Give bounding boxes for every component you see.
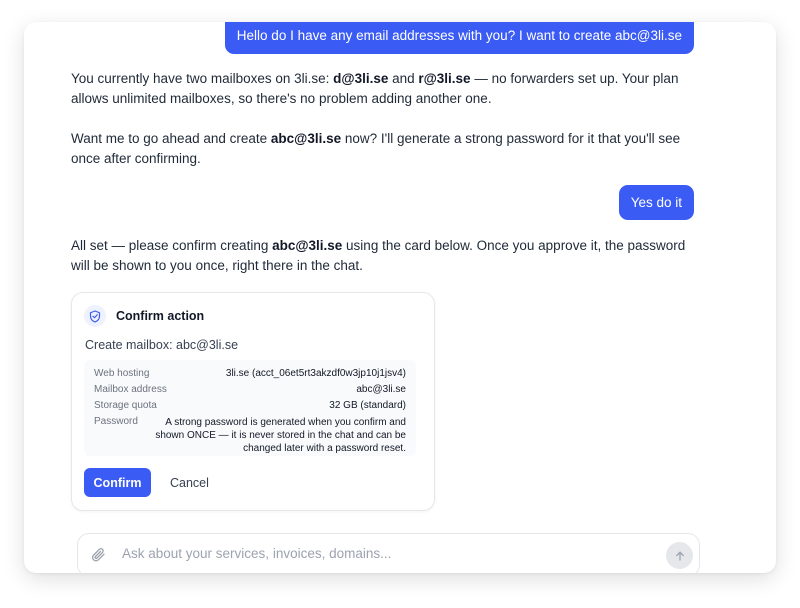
detail-value: abc@3li.se [356, 384, 406, 395]
detail-key: Password [94, 416, 138, 427]
detail-key: Mailbox address [94, 384, 167, 395]
detail-value: 32 GB (standard) [329, 400, 406, 411]
card-header: Confirm action [84, 305, 204, 327]
text-span: You currently have two mailboxes on 3li.… [71, 71, 334, 86]
chat-window: Hello do I have any email addresses with… [24, 22, 776, 573]
card-subtitle: Create mailbox: abc@3li.se [85, 338, 239, 352]
card-title: Confirm action [116, 309, 205, 323]
mailbox-name: abc@3li.se [272, 238, 343, 253]
text-span: and [388, 71, 419, 86]
assistant-paragraph-1: You currently have two mailboxes on 3li.… [71, 69, 701, 109]
user-message-2: Yes do it [618, 185, 694, 220]
detail-row-mailbox-address: Mailbox address abc@3li.se [94, 384, 406, 395]
text-span: All set — please confirm creating [71, 238, 273, 253]
detail-key: Web hosting [94, 368, 150, 379]
detail-row-password: Password A strong password is generated … [94, 416, 406, 455]
assistant-paragraph-3: All set — please confirm creating abc@3l… [71, 236, 701, 276]
message-composer[interactable]: Ask about your services, invoices, domai… [77, 533, 700, 573]
detail-value: 3li.se (acct_06et5rt3akzdf0w3jp10j1jsv4) [225, 368, 406, 379]
confirm-button[interactable]: Confirm [84, 468, 151, 497]
text-span: Want me to go ahead and create [71, 131, 271, 146]
detail-key: Storage quota [94, 400, 157, 411]
detail-row-storage-quota: Storage quota 32 GB (standard) [94, 400, 406, 411]
confirm-action-card: Confirm action Create mailbox: abc@3li.s… [71, 292, 435, 511]
send-button[interactable] [666, 542, 693, 569]
cancel-button[interactable]: Cancel [170, 468, 209, 497]
details-panel: Web hosting 3li.se (acct_06et5rt3akzdf0w… [84, 360, 416, 456]
detail-row-web-hosting: Web hosting 3li.se (acct_06et5rt3akzdf0w… [94, 368, 406, 379]
user-message-1: Hello do I have any email addresses with… [224, 22, 694, 54]
mailbox-name: d@3li.se [333, 71, 389, 86]
mailbox-name: abc@3li.se [270, 131, 342, 146]
detail-value: A strong password is generated when you … [155, 417, 406, 454]
assistant-message-1: You currently have two mailboxes on 3li.… [71, 69, 701, 169]
message-input[interactable]: Ask about your services, invoices, domai… [122, 546, 391, 561]
mailbox-name: r@3li.se [418, 71, 471, 86]
assistant-paragraph-2: Want me to go ahead and create abc@3li.s… [71, 129, 701, 169]
arrow-up-icon [674, 550, 686, 562]
paperclip-icon[interactable] [90, 546, 106, 568]
assistant-message-2: All set — please confirm creating abc@3l… [71, 236, 701, 276]
shield-check-icon [84, 305, 106, 327]
